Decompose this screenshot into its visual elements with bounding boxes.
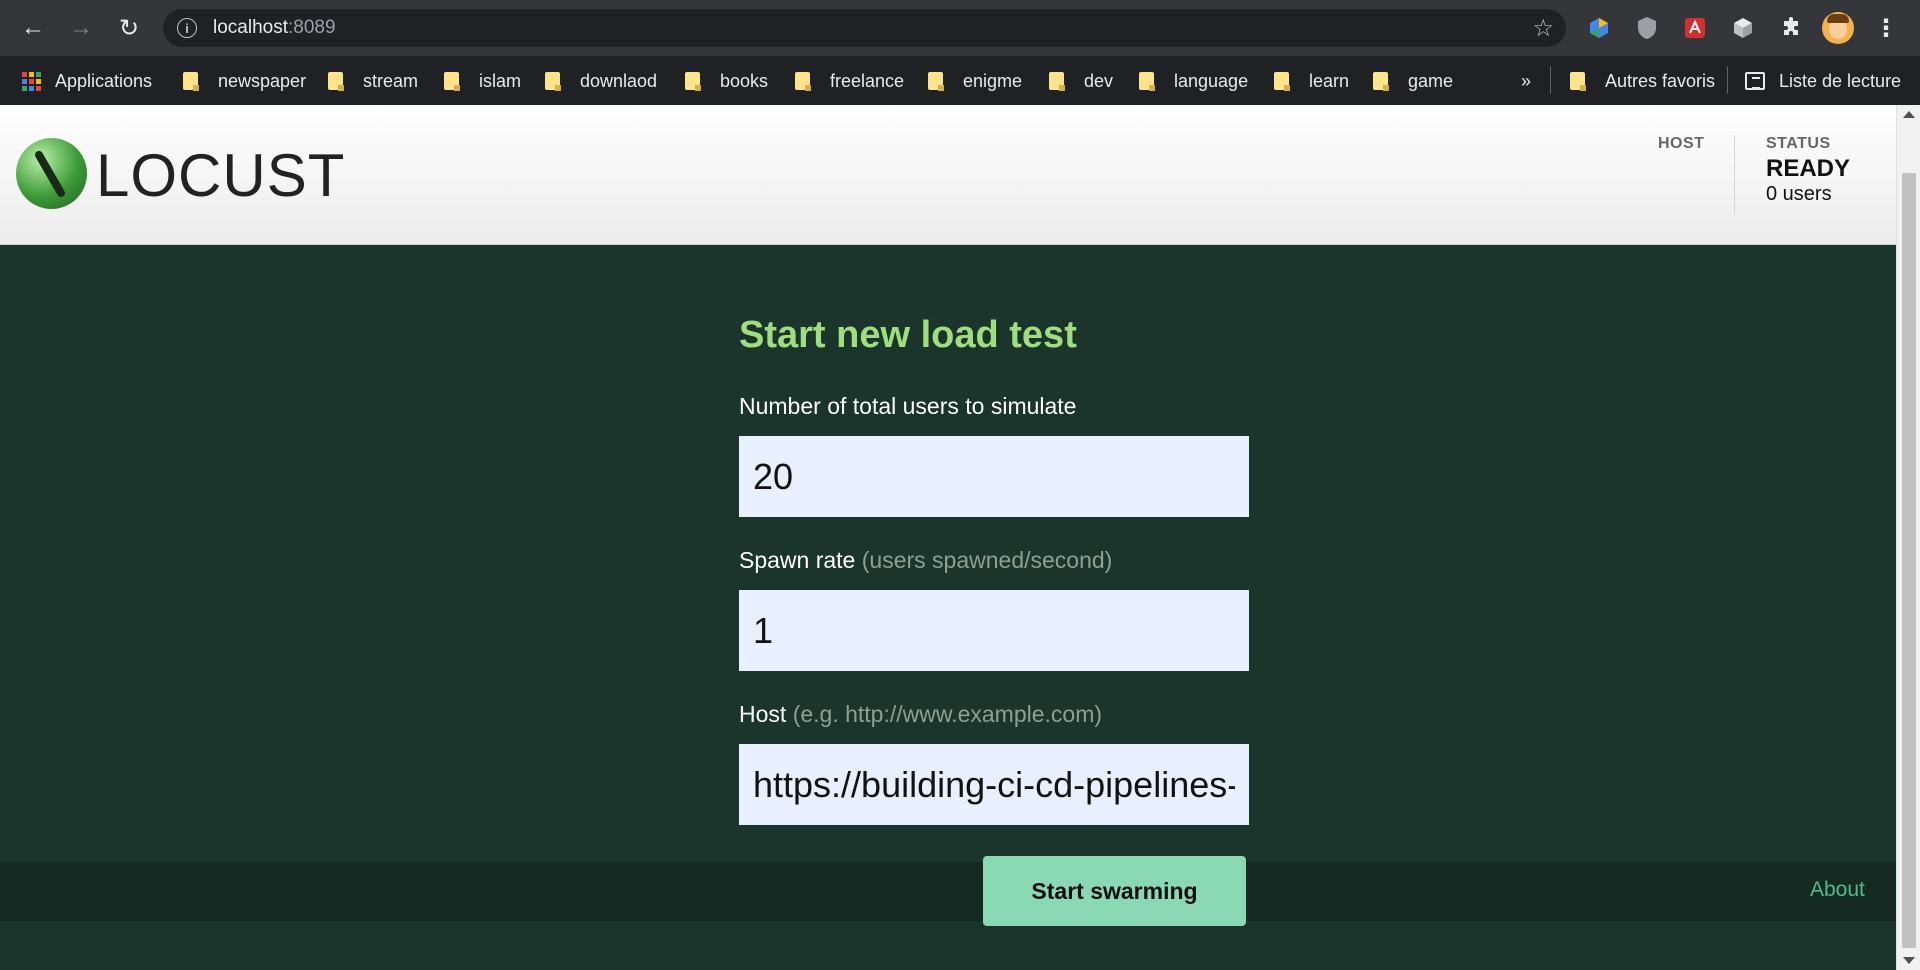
apps-grid-icon (22, 71, 41, 91)
bookmark-label: Applications (55, 70, 153, 91)
page-footer (0, 862, 1896, 921)
url-port: :8089 (288, 17, 336, 38)
folder-icon (328, 72, 344, 91)
extension-colorful-icon[interactable] (1584, 13, 1614, 43)
browser-toolbar: ← → ↻ i localhost:8089 ☆ ⋮ (0, 0, 1920, 56)
bookmark-label: language (1174, 70, 1249, 91)
bookmark-label: newspaper (218, 70, 307, 91)
bookmark-folder-learn[interactable]: learn (1274, 67, 1349, 95)
bookmark-label: islam (479, 70, 522, 91)
spawn-rate-input[interactable] (739, 590, 1249, 671)
reading-list-button[interactable]: Liste de lecture (1745, 67, 1901, 95)
folder-icon (183, 72, 199, 91)
folder-icon (928, 72, 944, 91)
bookmark-folder-dev[interactable]: dev (1049, 67, 1113, 95)
page-scrollbar[interactable] (1896, 105, 1920, 970)
bookmark-label: books (720, 70, 769, 91)
locust-logo-icon (16, 138, 87, 209)
header-divider (1734, 135, 1735, 215)
forward-icon[interactable]: → (63, 12, 99, 44)
bookmark-folder-downlaod[interactable]: downlaod (545, 67, 657, 95)
scrollbar-thumb[interactable] (1902, 173, 1916, 948)
users-label: Number of total users to simulate (739, 393, 1077, 419)
bookmarks-divider (1550, 66, 1551, 94)
bookmark-folder-books[interactable]: books (685, 67, 768, 95)
about-link[interactable]: About (1810, 878, 1865, 902)
bookmark-folder-stream[interactable]: stream (328, 67, 418, 95)
spawn-rate-hint: (users spawned/second) (861, 547, 1113, 573)
folder-icon (545, 72, 561, 91)
host-label-text: Host (739, 701, 787, 727)
bookmark-label: Autres favoris (1605, 70, 1716, 91)
form-title: Start new load test (739, 314, 1077, 356)
scroll-down-arrow-icon[interactable] (1903, 957, 1915, 964)
bookmark-folder-enigme[interactable]: enigme (928, 67, 1022, 95)
url-text[interactable]: localhost:8089 (213, 17, 336, 39)
back-icon[interactable]: ← (15, 12, 51, 44)
bookmark-applications[interactable]: Applications (22, 67, 152, 95)
spawn-rate-label-text: Spawn rate (739, 547, 856, 573)
pdf-icon[interactable] (1680, 13, 1710, 43)
folder-icon (444, 72, 460, 91)
bookmark-folder-game[interactable]: game (1373, 67, 1453, 95)
bookmark-label: freelance (830, 70, 905, 91)
address-bar[interactable]: i localhost:8089 ☆ (163, 9, 1566, 47)
cube-icon[interactable] (1728, 13, 1758, 43)
scroll-up-arrow-icon[interactable] (1903, 111, 1915, 118)
bookmark-label: downlaod (580, 70, 658, 91)
host-input[interactable] (739, 744, 1249, 825)
folder-icon (685, 72, 701, 91)
bookmark-folder-freelance[interactable]: freelance (795, 67, 904, 95)
reading-list-label: Liste de lecture (1779, 70, 1902, 91)
bookmark-label: learn (1309, 70, 1350, 91)
bookmark-label: stream (363, 70, 419, 91)
shield-icon[interactable] (1632, 13, 1662, 43)
bookmark-label: dev (1084, 70, 1114, 91)
reading-list-icon (1745, 72, 1765, 90)
status-value: READY (1766, 155, 1851, 182)
bookmarks-bar: Applications newspaper stream islam down… (0, 56, 1920, 104)
bookmark-folder-language[interactable]: language (1139, 67, 1248, 95)
host-field-label: Host (e.g. http://www.example.com) (739, 701, 1102, 728)
folder-icon (795, 72, 811, 91)
folder-icon (1049, 72, 1065, 91)
bookmark-folder-newspaper[interactable]: newspaper (183, 67, 306, 95)
spawn-rate-label: Spawn rate (users spawned/second) (739, 547, 1112, 574)
kebab-menu-icon[interactable]: ⋮ (1872, 12, 1900, 44)
bookmark-folder-other[interactable]: Autres favoris (1570, 67, 1715, 95)
url-host: localhost (213, 17, 288, 38)
user-count: 0 users (1766, 183, 1832, 205)
bookmark-label: enigme (963, 70, 1023, 91)
reload-icon[interactable]: ↻ (111, 12, 147, 44)
start-swarming-button[interactable]: Start swarming (983, 856, 1246, 926)
folder-icon (1274, 72, 1290, 91)
star-icon[interactable]: ☆ (1532, 14, 1554, 43)
bookmarks-divider (1727, 66, 1728, 94)
folder-icon (1570, 72, 1586, 91)
bookmark-folder-islam[interactable]: islam (444, 67, 521, 95)
browser-chrome: ← → ↻ i localhost:8089 ☆ ⋮ Applications … (0, 0, 1920, 105)
locust-header: LOCUST HOST STATUS READY 0 users (0, 105, 1896, 245)
more-bookmarks-button[interactable]: » (1521, 67, 1531, 95)
info-icon[interactable]: i (177, 18, 197, 38)
bookmark-label: game (1408, 70, 1454, 91)
puzzle-icon[interactable] (1776, 13, 1806, 43)
folder-icon (1139, 72, 1155, 91)
status-label: STATUS (1766, 135, 1831, 152)
host-label: HOST (1658, 135, 1705, 152)
host-hint: (e.g. http://www.example.com) (792, 701, 1103, 727)
logo-text: LOCUST (96, 142, 346, 209)
profile-avatar[interactable] (1822, 12, 1854, 44)
folder-icon (1373, 72, 1389, 91)
users-input[interactable] (739, 436, 1249, 517)
